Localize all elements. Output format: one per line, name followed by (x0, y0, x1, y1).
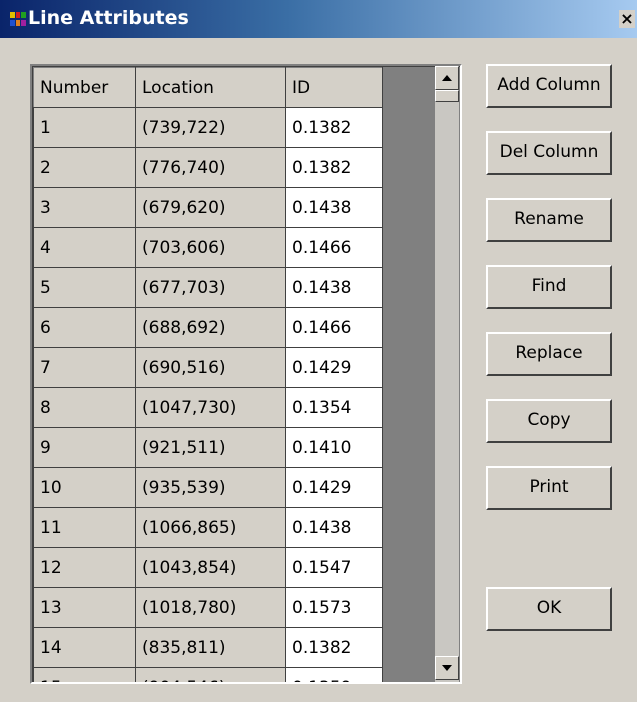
title-bar: Line Attributes × (0, 0, 637, 38)
table-row[interactable]: 1 (739,722) 0.1382 (33, 107, 383, 148)
cell-number[interactable]: 7 (33, 347, 136, 388)
cell-location[interactable]: (703,606) (135, 227, 286, 268)
table-row[interactable]: 3 (679,620) 0.1438 (33, 187, 383, 228)
cell-id[interactable]: 0.1547 (285, 547, 383, 588)
cell-id[interactable]: 0.1573 (285, 587, 383, 628)
attribute-table: Number Location ID 1 (739,722) 0.1382 2 (776… (33, 67, 383, 682)
cell-number[interactable]: 11 (33, 507, 136, 548)
vertical-scrollbar[interactable] (435, 66, 459, 682)
table-row[interactable]: 6 (688,692) 0.1466 (33, 307, 383, 348)
del-column-button[interactable]: Del Column (486, 131, 612, 175)
cell-location[interactable]: (677,703) (135, 267, 286, 308)
cell-id[interactable]: 0.1359 (285, 667, 383, 682)
arrow-down-icon (442, 665, 452, 671)
cell-id[interactable]: 0.1410 (285, 427, 383, 468)
cell-id[interactable]: 0.1438 (285, 267, 383, 308)
cell-location[interactable]: (1066,865) (135, 507, 286, 548)
replace-button[interactable]: Replace (486, 332, 612, 376)
cell-id[interactable]: 0.1429 (285, 347, 383, 388)
cell-location[interactable]: (904,546) (135, 667, 286, 682)
column-header-location[interactable]: Location (135, 67, 286, 108)
table-row[interactable]: 14 (835,811) 0.1382 (33, 627, 383, 668)
cell-id[interactable]: 0.1382 (285, 107, 383, 148)
cell-number[interactable]: 2 (33, 147, 136, 188)
find-button[interactable]: Find (486, 265, 612, 309)
cell-id[interactable]: 0.1438 (285, 507, 383, 548)
ok-button[interactable]: OK (486, 587, 612, 631)
table-row[interactable]: 9 (921,511) 0.1410 (33, 427, 383, 468)
cell-number[interactable]: 4 (33, 227, 136, 268)
table-header-row: Number Location ID (33, 67, 383, 108)
close-icon[interactable]: × (619, 10, 635, 28)
table-row[interactable]: 7 (690,516) 0.1429 (33, 347, 383, 388)
cell-location[interactable]: (935,539) (135, 467, 286, 508)
cell-id[interactable]: 0.1466 (285, 227, 383, 268)
scroll-down-button[interactable] (435, 656, 459, 680)
column-header-id[interactable]: ID (285, 67, 383, 108)
cell-location[interactable]: (835,811) (135, 627, 286, 668)
cell-id[interactable]: 0.1466 (285, 307, 383, 348)
cell-number[interactable]: 14 (33, 627, 136, 668)
column-header-number[interactable]: Number (33, 67, 136, 108)
cell-number[interactable]: 15 (33, 667, 136, 682)
cell-location[interactable]: (1047,730) (135, 387, 286, 428)
cell-location[interactable]: (921,511) (135, 427, 286, 468)
cell-number[interactable]: 3 (33, 187, 136, 228)
cell-number[interactable]: 9 (33, 427, 136, 468)
cell-location[interactable]: (1018,780) (135, 587, 286, 628)
table-row[interactable]: 4 (703,606) 0.1466 (33, 227, 383, 268)
table-row[interactable]: 8 (1047,730) 0.1354 (33, 387, 383, 428)
cell-number[interactable]: 8 (33, 387, 136, 428)
cell-location[interactable]: (739,722) (135, 107, 286, 148)
table-row[interactable]: 5 (677,703) 0.1438 (33, 267, 383, 308)
cell-id[interactable]: 0.1438 (285, 187, 383, 228)
add-column-button[interactable]: Add Column (486, 64, 612, 108)
rename-button[interactable]: Rename (486, 198, 612, 242)
window-title: Line Attributes (28, 7, 189, 29)
cell-location[interactable]: (688,692) (135, 307, 286, 348)
table-row[interactable]: 11 (1066,865) 0.1438 (33, 507, 383, 548)
cell-location[interactable]: (679,620) (135, 187, 286, 228)
cell-number[interactable]: 12 (33, 547, 136, 588)
attribute-grid[interactable]: Number Location ID 1 (739,722) 0.1382 2 (776… (30, 64, 462, 684)
cell-location[interactable]: (776,740) (135, 147, 286, 188)
cell-id[interactable]: 0.1354 (285, 387, 383, 428)
table-row[interactable]: 10 (935,539) 0.1429 (33, 467, 383, 508)
cell-id[interactable]: 0.1382 (285, 627, 383, 668)
table-row[interactable]: 13 (1018,780) 0.1573 (33, 587, 383, 628)
cell-number[interactable]: 13 (33, 587, 136, 628)
app-icon (10, 12, 26, 26)
table-row[interactable]: 2 (776,740) 0.1382 (33, 147, 383, 188)
scroll-up-button[interactable] (435, 66, 459, 90)
cell-number[interactable]: 1 (33, 107, 136, 148)
cell-location[interactable]: (690,516) (135, 347, 286, 388)
copy-button[interactable]: Copy (486, 399, 612, 443)
table-row[interactable]: 12 (1043,854) 0.1547 (33, 547, 383, 588)
table-row[interactable]: 15(904,546)0.1359 (33, 667, 383, 682)
print-button[interactable]: Print (486, 466, 612, 510)
scroll-thumb[interactable] (435, 90, 459, 102)
arrow-up-icon (442, 75, 452, 81)
cell-number[interactable]: 6 (33, 307, 136, 348)
cell-location[interactable]: (1043,854) (135, 547, 286, 588)
cell-id[interactable]: 0.1382 (285, 147, 383, 188)
cell-number[interactable]: 5 (33, 267, 136, 308)
cell-id[interactable]: 0.1429 (285, 467, 383, 508)
cell-number[interactable]: 10 (33, 467, 136, 508)
